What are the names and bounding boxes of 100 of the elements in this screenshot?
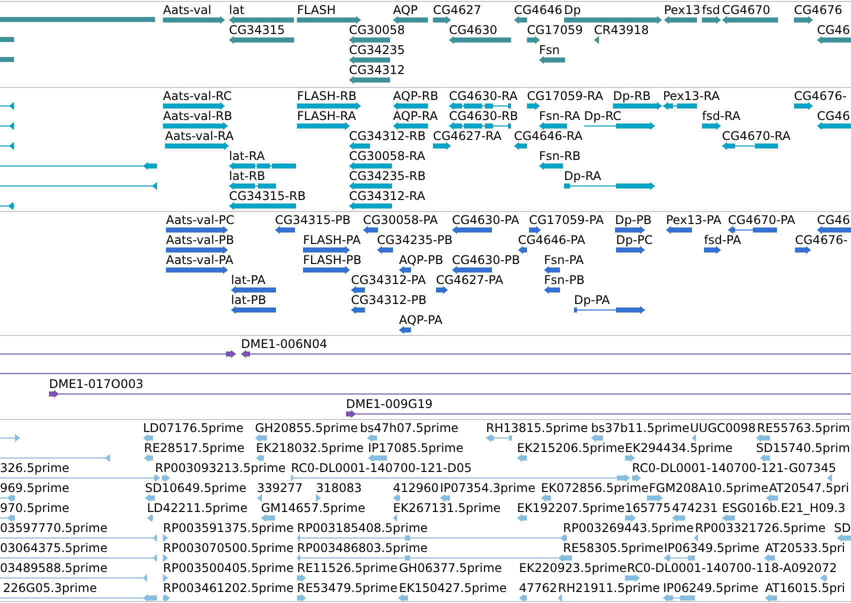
est-label: EK267131.5prime xyxy=(393,501,501,515)
protein-label: Dp-PB xyxy=(615,213,652,227)
protein-label: Aats-val-PB xyxy=(166,233,234,247)
protein-label: AQP-PB xyxy=(399,253,444,267)
est-label: 226G05.3prime xyxy=(3,581,97,595)
est-label: 47762 xyxy=(519,581,558,595)
est-label: 326.5prime xyxy=(0,461,70,475)
est-label: RP003093213.5prime xyxy=(155,461,286,475)
protein-label: Fsn-PA xyxy=(544,253,584,267)
transcript-label: CG4676- xyxy=(794,89,847,103)
est-label: GM14657.5prime xyxy=(261,501,366,515)
est-label: 318083 xyxy=(316,481,362,495)
transcript-label: AQP-RB xyxy=(393,89,438,103)
gene-label: fsd xyxy=(702,3,720,17)
protein-label: Dp-PA xyxy=(574,293,610,307)
protein-label: CG4676- xyxy=(795,233,848,247)
est-label: EK192207.5prime xyxy=(517,501,625,515)
est-label: LD42211.5prime xyxy=(147,501,248,515)
est-label: bs37b11.5prime xyxy=(591,421,690,435)
est-label: EK218032.5prime xyxy=(256,441,364,455)
gene-label: CG17059 xyxy=(527,23,583,37)
gene-label: CG4627 xyxy=(433,3,482,17)
est-label: RC0-DL0001-140700-121-G07345 xyxy=(632,461,836,475)
gene-label: CG4676 xyxy=(794,3,842,17)
est-label: RH21911.5prime xyxy=(558,581,660,595)
est-label: FGM208A10.5prime xyxy=(649,481,768,495)
est-label: 969.5prime xyxy=(0,481,70,495)
gene-label: Fsn xyxy=(539,43,560,57)
protein-label: CG34235-PB xyxy=(377,233,453,247)
gene-label: Pex13 xyxy=(664,3,700,17)
protein-label: CG4627-PA xyxy=(436,273,504,287)
est-label: 970.5prime xyxy=(0,501,70,515)
gene-label: CG4670 xyxy=(722,3,770,17)
transcript-label: FLASH-RB xyxy=(297,89,357,103)
est-label: IP07354.3prime xyxy=(440,481,536,495)
transcript-label: CG4627-RA xyxy=(433,129,502,143)
protein-label: Pex13-PA xyxy=(666,213,722,227)
gene-label: CG4646 xyxy=(514,3,562,17)
gene-feature xyxy=(0,57,14,62)
est-label: 03064375.5prime xyxy=(0,541,108,555)
est-label: IP17085.5prime xyxy=(368,441,464,455)
gene-label: CG30058 xyxy=(349,23,405,37)
protein-label: Fsn-PB xyxy=(544,273,585,287)
est-label: RP003185408.5prime xyxy=(297,521,428,535)
transcript-label: CG4630-RB xyxy=(449,109,518,123)
transcript-label: CG46 xyxy=(817,109,850,123)
est-label: GH20855.5prime xyxy=(255,421,358,435)
gene-label: lat xyxy=(229,3,244,17)
transcript-label: CG34312-RA xyxy=(349,189,426,203)
est-label: RP003321726.5prime xyxy=(695,521,826,535)
est-label: 03489588.5prime xyxy=(0,561,108,575)
protein-label: CG46 xyxy=(817,213,850,227)
est-label: EK072856.5prime xyxy=(541,481,649,495)
protein-label: FLASH-PB xyxy=(303,253,362,267)
transcript-label: FLASH-RA xyxy=(297,109,356,123)
est-label: RP003486803.5prime xyxy=(297,541,428,555)
gene-label: Dp xyxy=(564,3,581,17)
est-label: RC0-DL0001-140700-118-A092072 xyxy=(627,561,838,575)
est-label: SD15740.5prim xyxy=(756,441,850,455)
est-label: RC0-DL0001-140700-121-D05 xyxy=(291,461,472,475)
est-label: 474231 xyxy=(672,501,718,515)
protein-label: lat-PB xyxy=(231,293,266,307)
protein-label: CG34312-PB xyxy=(351,293,427,307)
est-label: 03597770.5prime xyxy=(0,521,108,535)
est-label: RP003591375.5prime xyxy=(163,521,294,535)
protein-label: CG30058-PA xyxy=(363,213,438,227)
est-label: ESG016b.E21_H09.3 xyxy=(722,501,846,515)
transcript-label: lat-RB xyxy=(229,169,266,183)
est-label: EK294434.5prime xyxy=(625,441,733,455)
est-label: RP003070500.5prime xyxy=(163,541,294,555)
transcript-label: CG4670-RA xyxy=(722,129,791,143)
clone-label: DME1-006N04 xyxy=(241,337,328,351)
est-label: IP06349.5prime xyxy=(664,541,760,555)
est-label: RP003461202.5prime xyxy=(163,581,294,595)
est-label: IP06249.5prime xyxy=(663,581,758,595)
clone-label: DME1-009G19 xyxy=(346,397,433,411)
est-label: RE58305.5prime xyxy=(563,541,664,555)
protein-label: CG4646-PA xyxy=(518,233,586,247)
transcript-label: Aats-val-RA xyxy=(165,129,234,143)
est-label: AT20533.5pri xyxy=(765,541,846,555)
gene-label: CG46 xyxy=(817,23,850,37)
transcript-label: Dp-RC xyxy=(584,109,622,123)
transcript-label: Dp-RA xyxy=(564,169,602,183)
transcript-label: Fsn-RB xyxy=(539,149,581,163)
gene-label: CG34315 xyxy=(229,23,285,37)
est-label: LD07176.5prime xyxy=(143,421,244,435)
est-label: RE55763.5prim xyxy=(757,421,850,435)
transcript-label: Fsn-RA xyxy=(539,109,580,123)
est-label: EK150427.5prime xyxy=(399,581,507,595)
est-label: 339277 xyxy=(257,481,303,495)
protein-label: CG4630-PA xyxy=(452,213,520,227)
transcript-label: lat-RA xyxy=(229,149,265,163)
protein-label: Dp-PC xyxy=(616,233,653,247)
gene-label: CG34235 xyxy=(349,43,405,57)
est-label: EK220923.5prime xyxy=(519,561,627,575)
est-label: RE28517.5prime xyxy=(144,441,244,455)
est-label: bs47h07.5prime xyxy=(360,421,458,435)
gene-label: Aats-val xyxy=(163,3,212,17)
protein-label: CG17059-PA xyxy=(529,213,604,227)
transcript-label: CG4630-RA xyxy=(449,89,518,103)
